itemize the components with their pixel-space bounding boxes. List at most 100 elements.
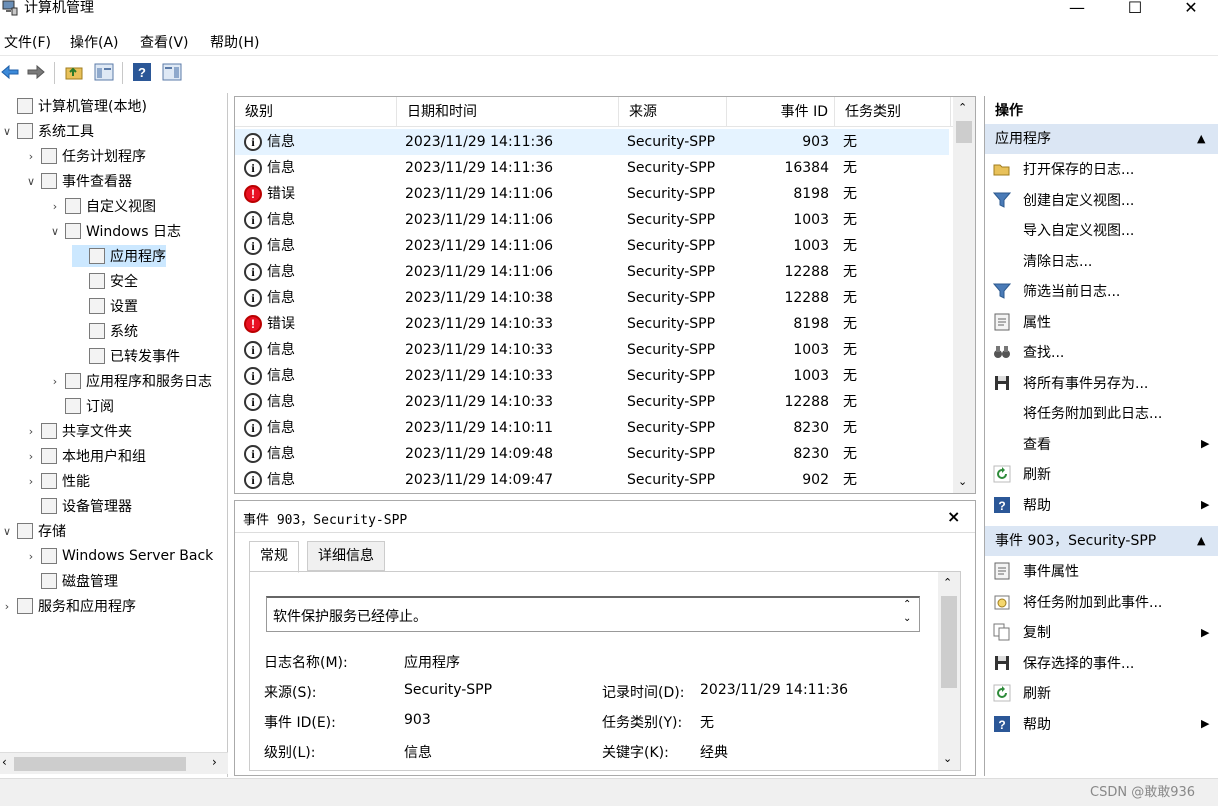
menu-view[interactable]: 查看(V): [140, 32, 189, 52]
tree-node[interactable]: 安全: [72, 270, 138, 292]
table-row[interactable]: i 信息 2023/11/29 14:10:11 Security-SPP 8230 无: [235, 415, 949, 441]
tree-node[interactable]: › 服务和应用程序: [0, 595, 136, 617]
table-row[interactable]: ! 错误 2023/11/29 14:10:33 Security-SPP 8198 无: [235, 311, 949, 337]
menu-action[interactable]: 操作(A): [70, 32, 119, 52]
scroll-left-icon[interactable]: ‹: [2, 755, 7, 769]
tree-node[interactable]: 设置: [72, 295, 138, 317]
scroll-up-icon[interactable]: ⌃: [943, 576, 952, 589]
tree-node[interactable]: ∨ 存储: [0, 520, 66, 542]
table-row[interactable]: ! 错误 2023/11/29 14:11:06 Security-SPP 8198 无: [235, 181, 949, 207]
collapse-icon[interactable]: ▲: [1197, 124, 1205, 154]
action-item[interactable]: 属性: [985, 307, 1218, 337]
actions-group-application[interactable]: 应用程序 ▲: [985, 124, 1218, 154]
scroll-down-icon[interactable]: ⌄: [958, 475, 967, 488]
expand-chevron-icon[interactable]: ›: [24, 550, 38, 563]
tree-node[interactable]: › 本地用户和组: [24, 445, 146, 467]
table-row[interactable]: i 信息 2023/11/29 14:11:36 Security-SPP 903 无: [235, 129, 949, 155]
tree-node[interactable]: ∨ 系统工具: [0, 120, 94, 142]
column-source[interactable]: 来源: [619, 97, 727, 127]
table-row[interactable]: i 信息 2023/11/29 14:10:33 Security-SPP 12288 无: [235, 389, 949, 415]
scroll-up-icon[interactable]: ⌃: [958, 101, 967, 114]
tree-node[interactable]: 计算机管理(本地): [0, 95, 147, 117]
show-action-pane-icon[interactable]: [162, 62, 182, 82]
event-description[interactable]: 软件保护服务已经停止。 ⌃ ⌄: [266, 596, 920, 632]
scroll-thumb[interactable]: [956, 121, 972, 143]
expand-chevron-icon[interactable]: ›: [24, 475, 38, 488]
tree-horizontal-scrollbar[interactable]: ‹ ›: [0, 752, 228, 774]
column-level[interactable]: 级别: [235, 97, 397, 127]
column-datetime[interactable]: 日期和时间: [397, 97, 619, 127]
action-item[interactable]: 打开保存的日志...: [985, 154, 1218, 184]
action-item[interactable]: 创建自定义视图...: [985, 185, 1218, 215]
table-row[interactable]: i 信息 2023/11/29 14:11:06 Security-SPP 12288 无: [235, 259, 949, 285]
action-item[interactable]: 将任务附加到此事件...: [985, 587, 1218, 617]
tree-node[interactable]: ∨ Windows 日志: [48, 220, 181, 242]
column-event-id[interactable]: 事件 ID: [727, 97, 835, 127]
menu-help[interactable]: 帮助(H): [210, 32, 259, 52]
expand-chevron-icon[interactable]: ∨: [0, 525, 14, 538]
table-row[interactable]: i 信息 2023/11/29 14:11:36 Security-SPP 16384 无: [235, 155, 949, 181]
menu-file[interactable]: 文件(F): [4, 32, 51, 52]
table-row[interactable]: i 信息 2023/11/29 14:10:33 Security-SPP 1003 无: [235, 337, 949, 363]
action-item[interactable]: ? 帮助 ▶: [985, 709, 1218, 739]
expand-chevron-icon[interactable]: ∨: [48, 225, 62, 238]
up-folder-icon[interactable]: [64, 62, 84, 82]
action-item[interactable]: 刷新: [985, 678, 1218, 708]
tree-node[interactable]: ∨ 事件查看器: [24, 170, 132, 192]
scroll-down-icon[interactable]: ⌄: [943, 752, 952, 765]
table-row[interactable]: i 信息 2023/11/29 14:11:06 Security-SPP 1003 无: [235, 207, 949, 233]
action-item[interactable]: 将所有事件另存为...: [985, 368, 1218, 398]
action-item[interactable]: 刷新: [985, 459, 1218, 489]
expand-chevron-icon[interactable]: ›: [24, 150, 38, 163]
detail-vertical-scrollbar[interactable]: ⌃ ⌄: [938, 572, 960, 770]
expand-chevron-icon[interactable]: ∨: [0, 125, 14, 138]
action-item[interactable]: 将任务附加到此日志...: [985, 398, 1218, 428]
tree-node[interactable]: 系统: [72, 320, 138, 342]
action-item[interactable]: 筛选当前日志...: [985, 276, 1218, 306]
expand-chevron-icon[interactable]: ∨: [24, 175, 38, 188]
action-item[interactable]: 导入自定义视图...: [985, 215, 1218, 245]
scroll-thumb[interactable]: [14, 757, 186, 771]
tree-node[interactable]: › Windows Server Back: [24, 545, 213, 567]
tree-node[interactable]: 磁盘管理: [24, 570, 118, 592]
list-vertical-scrollbar[interactable]: ⌃ ⌄: [953, 97, 975, 493]
help-icon[interactable]: ?: [132, 62, 152, 82]
table-row[interactable]: i 信息 2023/11/29 14:10:38 Security-SPP 12288 无: [235, 285, 949, 311]
action-item[interactable]: 查找...: [985, 337, 1218, 367]
tree-node[interactable]: 应用程序: [72, 245, 166, 267]
scroll-thumb[interactable]: [941, 596, 957, 688]
maximize-button[interactable]: ☐: [1112, 0, 1158, 22]
close-button[interactable]: ✕: [1168, 0, 1214, 22]
desc-scroll-up-icon[interactable]: ⌃: [903, 599, 911, 610]
back-arrow-icon[interactable]: [0, 62, 20, 82]
expand-chevron-icon[interactable]: ›: [24, 425, 38, 438]
tree-node[interactable]: 已转发事件: [72, 345, 180, 367]
expand-chevron-icon[interactable]: ›: [24, 450, 38, 463]
tree-node[interactable]: › 任务计划程序: [24, 145, 146, 167]
desc-scroll-down-icon[interactable]: ⌄: [903, 613, 911, 624]
collapse-icon[interactable]: ▲: [1197, 526, 1205, 556]
action-item[interactable]: 清除日志...: [985, 246, 1218, 276]
tree-node[interactable]: › 共享文件夹: [24, 420, 132, 442]
tree-node[interactable]: › 应用程序和服务日志: [48, 370, 212, 392]
forward-arrow-icon[interactable]: [26, 62, 46, 82]
show-hide-tree-icon[interactable]: [94, 62, 114, 82]
action-item[interactable]: 保存选择的事件...: [985, 648, 1218, 678]
tree-node[interactable]: 订阅: [48, 395, 114, 417]
tree-node[interactable]: › 自定义视图: [48, 195, 156, 217]
action-item[interactable]: 事件属性: [985, 556, 1218, 586]
table-row[interactable]: i 信息 2023/11/29 14:09:48 Security-SPP 8230 无: [235, 441, 949, 467]
table-row[interactable]: i 信息 2023/11/29 14:10:33 Security-SPP 1003 无: [235, 363, 949, 389]
expand-chevron-icon[interactable]: ›: [0, 600, 14, 613]
table-row[interactable]: i 信息 2023/11/29 14:09:47 Security-SPP 902 无: [235, 467, 949, 493]
tree-node[interactable]: 设备管理器: [24, 495, 132, 517]
detail-close-button[interactable]: ×: [947, 507, 960, 526]
expand-chevron-icon[interactable]: ›: [48, 375, 62, 388]
action-item[interactable]: 复制 ▶: [985, 617, 1218, 647]
action-item[interactable]: ? 帮助 ▶: [985, 490, 1218, 520]
table-row[interactable]: i 信息 2023/11/29 14:11:06 Security-SPP 1003 无: [235, 233, 949, 259]
actions-group-event[interactable]: 事件 903，Security-SPP ▲: [985, 526, 1218, 556]
minimize-button[interactable]: —: [1054, 0, 1100, 22]
tab-general[interactable]: 常规: [249, 541, 299, 573]
tree-node[interactable]: › 性能: [24, 470, 90, 492]
